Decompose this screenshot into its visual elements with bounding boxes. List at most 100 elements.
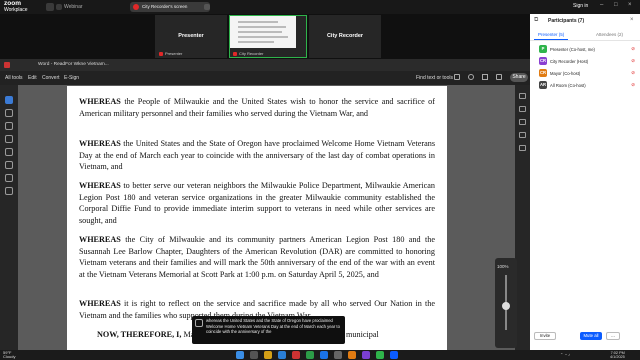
tab-attendees[interactable]: Attendees (2)	[596, 32, 623, 37]
invite-button[interactable]: Invite	[534, 332, 556, 340]
share-button[interactable]: Share	[510, 73, 528, 82]
paragraph-1: WHEREAS the People of Milwaukie and the …	[79, 97, 435, 118]
maximize-icon[interactable]: □	[614, 2, 618, 8]
participant-avatar: P	[539, 45, 547, 53]
minimize-icon[interactable]: –	[600, 2, 603, 8]
app2-taskbar-icon[interactable]	[334, 351, 342, 359]
more-tools-icon[interactable]	[5, 187, 13, 195]
app6-taskbar-icon[interactable]	[390, 351, 398, 359]
zoom-taskbar-icon[interactable]	[278, 351, 286, 359]
shield-icon[interactable]	[56, 4, 62, 10]
app3-taskbar-icon[interactable]	[348, 351, 356, 359]
mute-all-button[interactable]: Mute all	[580, 332, 602, 340]
comments-icon[interactable]	[519, 106, 526, 112]
app4-taskbar-icon[interactable]	[362, 351, 370, 359]
participant-row[interactable]: CR City Recorder (Host) ⊘	[534, 56, 638, 66]
webinar-label: Webinar	[64, 4, 83, 10]
app-logo-icon	[4, 62, 10, 68]
print-icon[interactable]	[454, 74, 460, 80]
mic-muted-icon	[233, 51, 237, 56]
video-tile-shared-screen[interactable]: City Recorder	[229, 15, 307, 58]
video-tile-presenter[interactable]: Presenter Presenter	[155, 15, 227, 58]
paragraph-2: WHEREAS the United States and the State …	[79, 139, 435, 172]
sign-tool-icon[interactable]	[5, 161, 13, 169]
document-tab[interactable]: Word - ReadFor Wkne Vietnam...	[38, 62, 109, 67]
paragraph-3: WHEREAS to better serve our veteran neig…	[79, 181, 435, 225]
weather-widget[interactable]: 59°F Cloudy	[3, 351, 15, 359]
cursor-tool-icon[interactable]	[5, 96, 13, 104]
app-taskbar-icon[interactable]	[306, 351, 314, 359]
tile-footer: Presenter	[159, 51, 182, 56]
paragraph-4: WHEREAS the City of Milwaukie and its co…	[79, 235, 435, 279]
mic-muted-icon[interactable]: ⊘	[631, 46, 635, 52]
file-explorer-icon[interactable]	[264, 351, 272, 359]
caption-text: whereas the United States and the State …	[206, 318, 340, 334]
participant-avatar: CR	[539, 69, 547, 77]
search-icon[interactable]	[468, 74, 474, 80]
view-icon[interactable]	[204, 4, 210, 10]
attachments-icon[interactable]	[519, 132, 526, 138]
mic-muted-icon	[159, 51, 163, 56]
participant-row[interactable]: CR Mayor (Co-host) ⊘	[534, 68, 638, 78]
zoom-brand: zoom Workplace	[4, 0, 28, 13]
document-page: WHEREAS the People of Milwaukie and the …	[67, 86, 447, 350]
highlight-tool-icon[interactable]	[5, 122, 13, 130]
menu-convert[interactable]: Convert	[42, 75, 60, 81]
video-tile-city-recorder[interactable]: City Recorder	[309, 15, 381, 58]
participant-avatar: AR	[539, 81, 547, 89]
participant-name: Mayor (Co-host)	[550, 70, 581, 76]
find-text-field[interactable]: Find text or tools	[416, 75, 453, 81]
closed-caption-icon[interactable]	[195, 319, 203, 327]
tab-presenter[interactable]: Presenter (5)	[538, 32, 564, 37]
zoom-topbar	[0, 0, 640, 14]
share-status-text: City Recorder's screen	[142, 4, 188, 9]
start-icon[interactable]	[236, 351, 244, 359]
pages-icon[interactable]	[519, 93, 526, 99]
mic-muted-icon[interactable]: ⊘	[631, 58, 635, 64]
close-icon[interactable]: ×	[628, 2, 632, 8]
weather-desc: Cloudy	[3, 354, 16, 359]
mic-muted-icon[interactable]: ⊘	[631, 70, 635, 76]
bookmarks-icon[interactable]	[519, 119, 526, 125]
app5-taskbar-icon[interactable]	[376, 351, 384, 359]
menu-all-tools[interactable]: All tools	[5, 75, 23, 81]
participant-row[interactable]: AR All Room (Co-host) ⊘	[534, 80, 638, 90]
panel-close-icon[interactable]: ×	[630, 17, 634, 23]
text-tool-icon[interactable]	[5, 148, 13, 156]
panel-divider	[530, 40, 640, 41]
stamp-tool-icon[interactable]	[5, 174, 13, 182]
bookmark-icon[interactable]	[496, 74, 502, 80]
browser-taskbar-icon[interactable]	[320, 351, 328, 359]
sign-in-link[interactable]: Sign in	[573, 3, 588, 9]
recording-dot-icon	[133, 4, 139, 10]
screen-thumbnail	[230, 16, 296, 48]
more-options-button[interactable]: ...	[606, 332, 620, 340]
participant-name: City Recorder (Host)	[550, 58, 589, 64]
caption-overlay: whereas the United States and the State …	[192, 316, 345, 344]
menu-edit[interactable]: Edit	[28, 75, 37, 81]
acrobat-taskbar-icon[interactable]	[292, 351, 300, 359]
tile-name: City Recorder	[326, 33, 364, 39]
participants-title: Participants (7)	[548, 18, 585, 24]
participant-name: All Room (Co-host)	[550, 82, 586, 88]
participant-name: Presenter (Co-host, me)	[550, 46, 595, 52]
layers-icon[interactable]	[519, 145, 526, 151]
mail-icon[interactable]	[482, 74, 488, 80]
tile-name: Presenter	[178, 33, 204, 39]
mic-muted-icon[interactable]: ⊘	[631, 82, 635, 88]
participant-row[interactable]: P Presenter (Co-host, me) ⊘	[534, 44, 638, 54]
draw-tool-icon[interactable]	[5, 135, 13, 143]
clock-date: 4/1/2025	[610, 355, 625, 359]
system-tray[interactable]: ⌃ ◔ ♪	[560, 352, 570, 357]
search-taskbar-icon[interactable]	[250, 351, 258, 359]
comment-tool-icon[interactable]	[5, 109, 13, 117]
zoom-slider-knob[interactable]	[502, 302, 510, 310]
menu-esign[interactable]: E-Sign	[64, 75, 79, 81]
popout-icon[interactable]: ⧉	[534, 17, 538, 24]
tile-footer: City Recorder	[233, 51, 263, 56]
brand-line2: Workplace	[4, 7, 28, 13]
participant-avatar: CR	[539, 57, 547, 65]
info-icon[interactable]	[46, 3, 54, 11]
clock[interactable]: 7:02 PM 4/1/2025	[610, 351, 625, 359]
zoom-level: 100%	[497, 264, 509, 269]
